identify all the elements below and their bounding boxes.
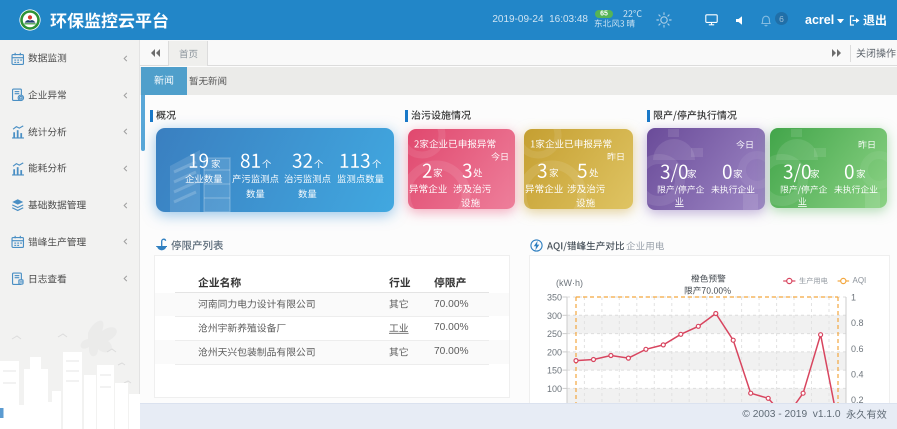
svg-text:(kW·h): (kW·h) [556,278,583,288]
svg-text:0.4: 0.4 [851,369,864,379]
svg-text:350: 350 [547,293,562,303]
svg-text:0.6: 0.6 [851,344,864,354]
svg-text:0.8: 0.8 [851,318,864,328]
svg-text:200: 200 [547,348,562,358]
svg-text:250: 250 [547,329,562,339]
svg-text:100: 100 [547,384,562,394]
svg-text:150: 150 [547,366,562,376]
svg-text:300: 300 [547,311,562,321]
svg-text:1: 1 [851,293,856,303]
